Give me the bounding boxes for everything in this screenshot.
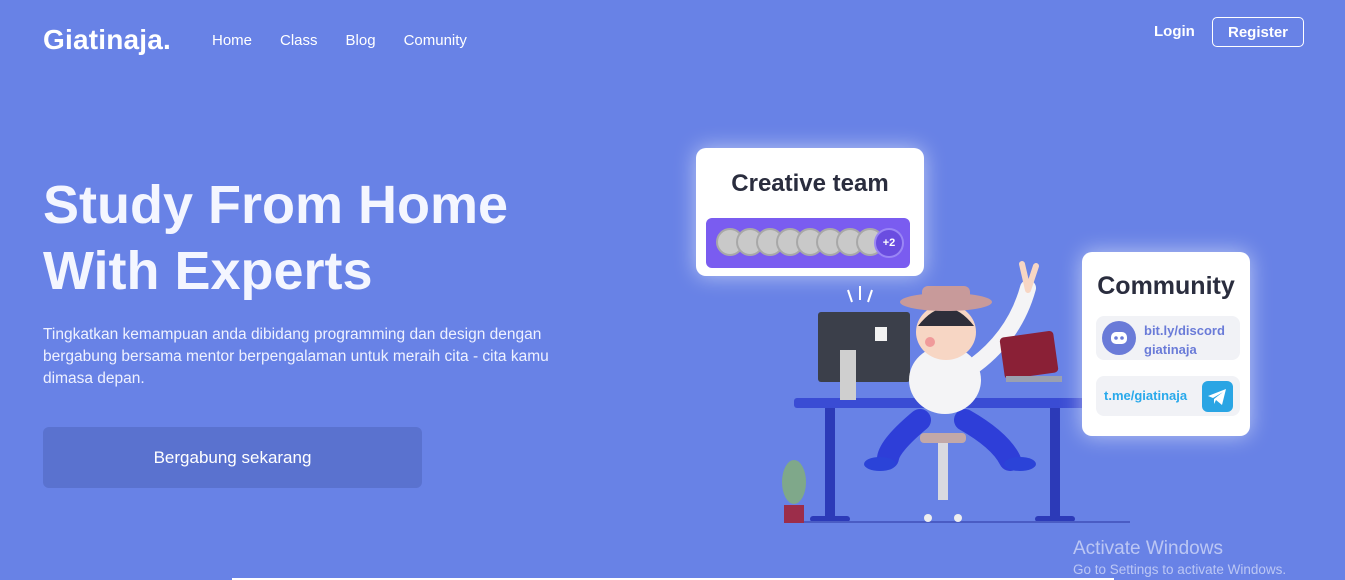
nav-community[interactable]: Comunity xyxy=(404,32,467,49)
creative-team-card: Creative team +2 xyxy=(696,148,924,276)
hero-title-line-1: Study From Home xyxy=(43,175,509,235)
watermark-line-1: Activate Windows xyxy=(1073,538,1223,559)
nav-class[interactable]: Class xyxy=(280,32,318,49)
join-now-button[interactable]: Bergabung sekarang xyxy=(43,427,422,488)
brand-logo[interactable]: Giatinaja. xyxy=(43,24,171,56)
telegram-link[interactable]: t.me/giatinaja xyxy=(1096,376,1240,416)
hero-title-line-2: With Experts xyxy=(43,241,373,301)
discord-link[interactable]: bit.ly/discord giatinaja xyxy=(1096,316,1240,360)
login-link[interactable]: Login xyxy=(1154,23,1195,40)
top-navbar: Giatinaja. Home Class Blog Comunity Logi… xyxy=(0,0,1345,80)
hero-description: Tingkatkan kemampuan anda dibidang progr… xyxy=(43,326,549,387)
nav-home[interactable]: Home xyxy=(212,32,252,49)
hero-title: Study From Home With Experts xyxy=(43,172,603,304)
telegram-icon xyxy=(1202,381,1233,412)
windows-activation-watermark: Activate Windows Go to Settings to activ… xyxy=(1073,538,1286,577)
discord-label-line-1: bit.ly/discord xyxy=(1144,323,1225,338)
register-button[interactable]: Register xyxy=(1212,17,1304,47)
creative-team-title: Creative team xyxy=(731,170,889,197)
discord-icon xyxy=(1102,321,1136,355)
watermark-line-2: Go to Settings to activate Windows. xyxy=(1073,562,1287,577)
discord-label: bit.ly/discord giatinaja xyxy=(1144,321,1225,359)
main-menu: Home Class Blog Comunity xyxy=(212,32,467,49)
team-avatar-strip: +2 xyxy=(706,218,910,268)
telegram-label: t.me/giatinaja xyxy=(1104,388,1188,403)
nav-blog[interactable]: Blog xyxy=(346,32,376,49)
community-title: Community xyxy=(1097,272,1235,300)
discord-label-line-2: giatinaja xyxy=(1144,342,1197,357)
extra-members-badge: +2 xyxy=(874,228,904,258)
community-card: Community bit.ly/discord giatinaja t.me/… xyxy=(1082,252,1250,436)
